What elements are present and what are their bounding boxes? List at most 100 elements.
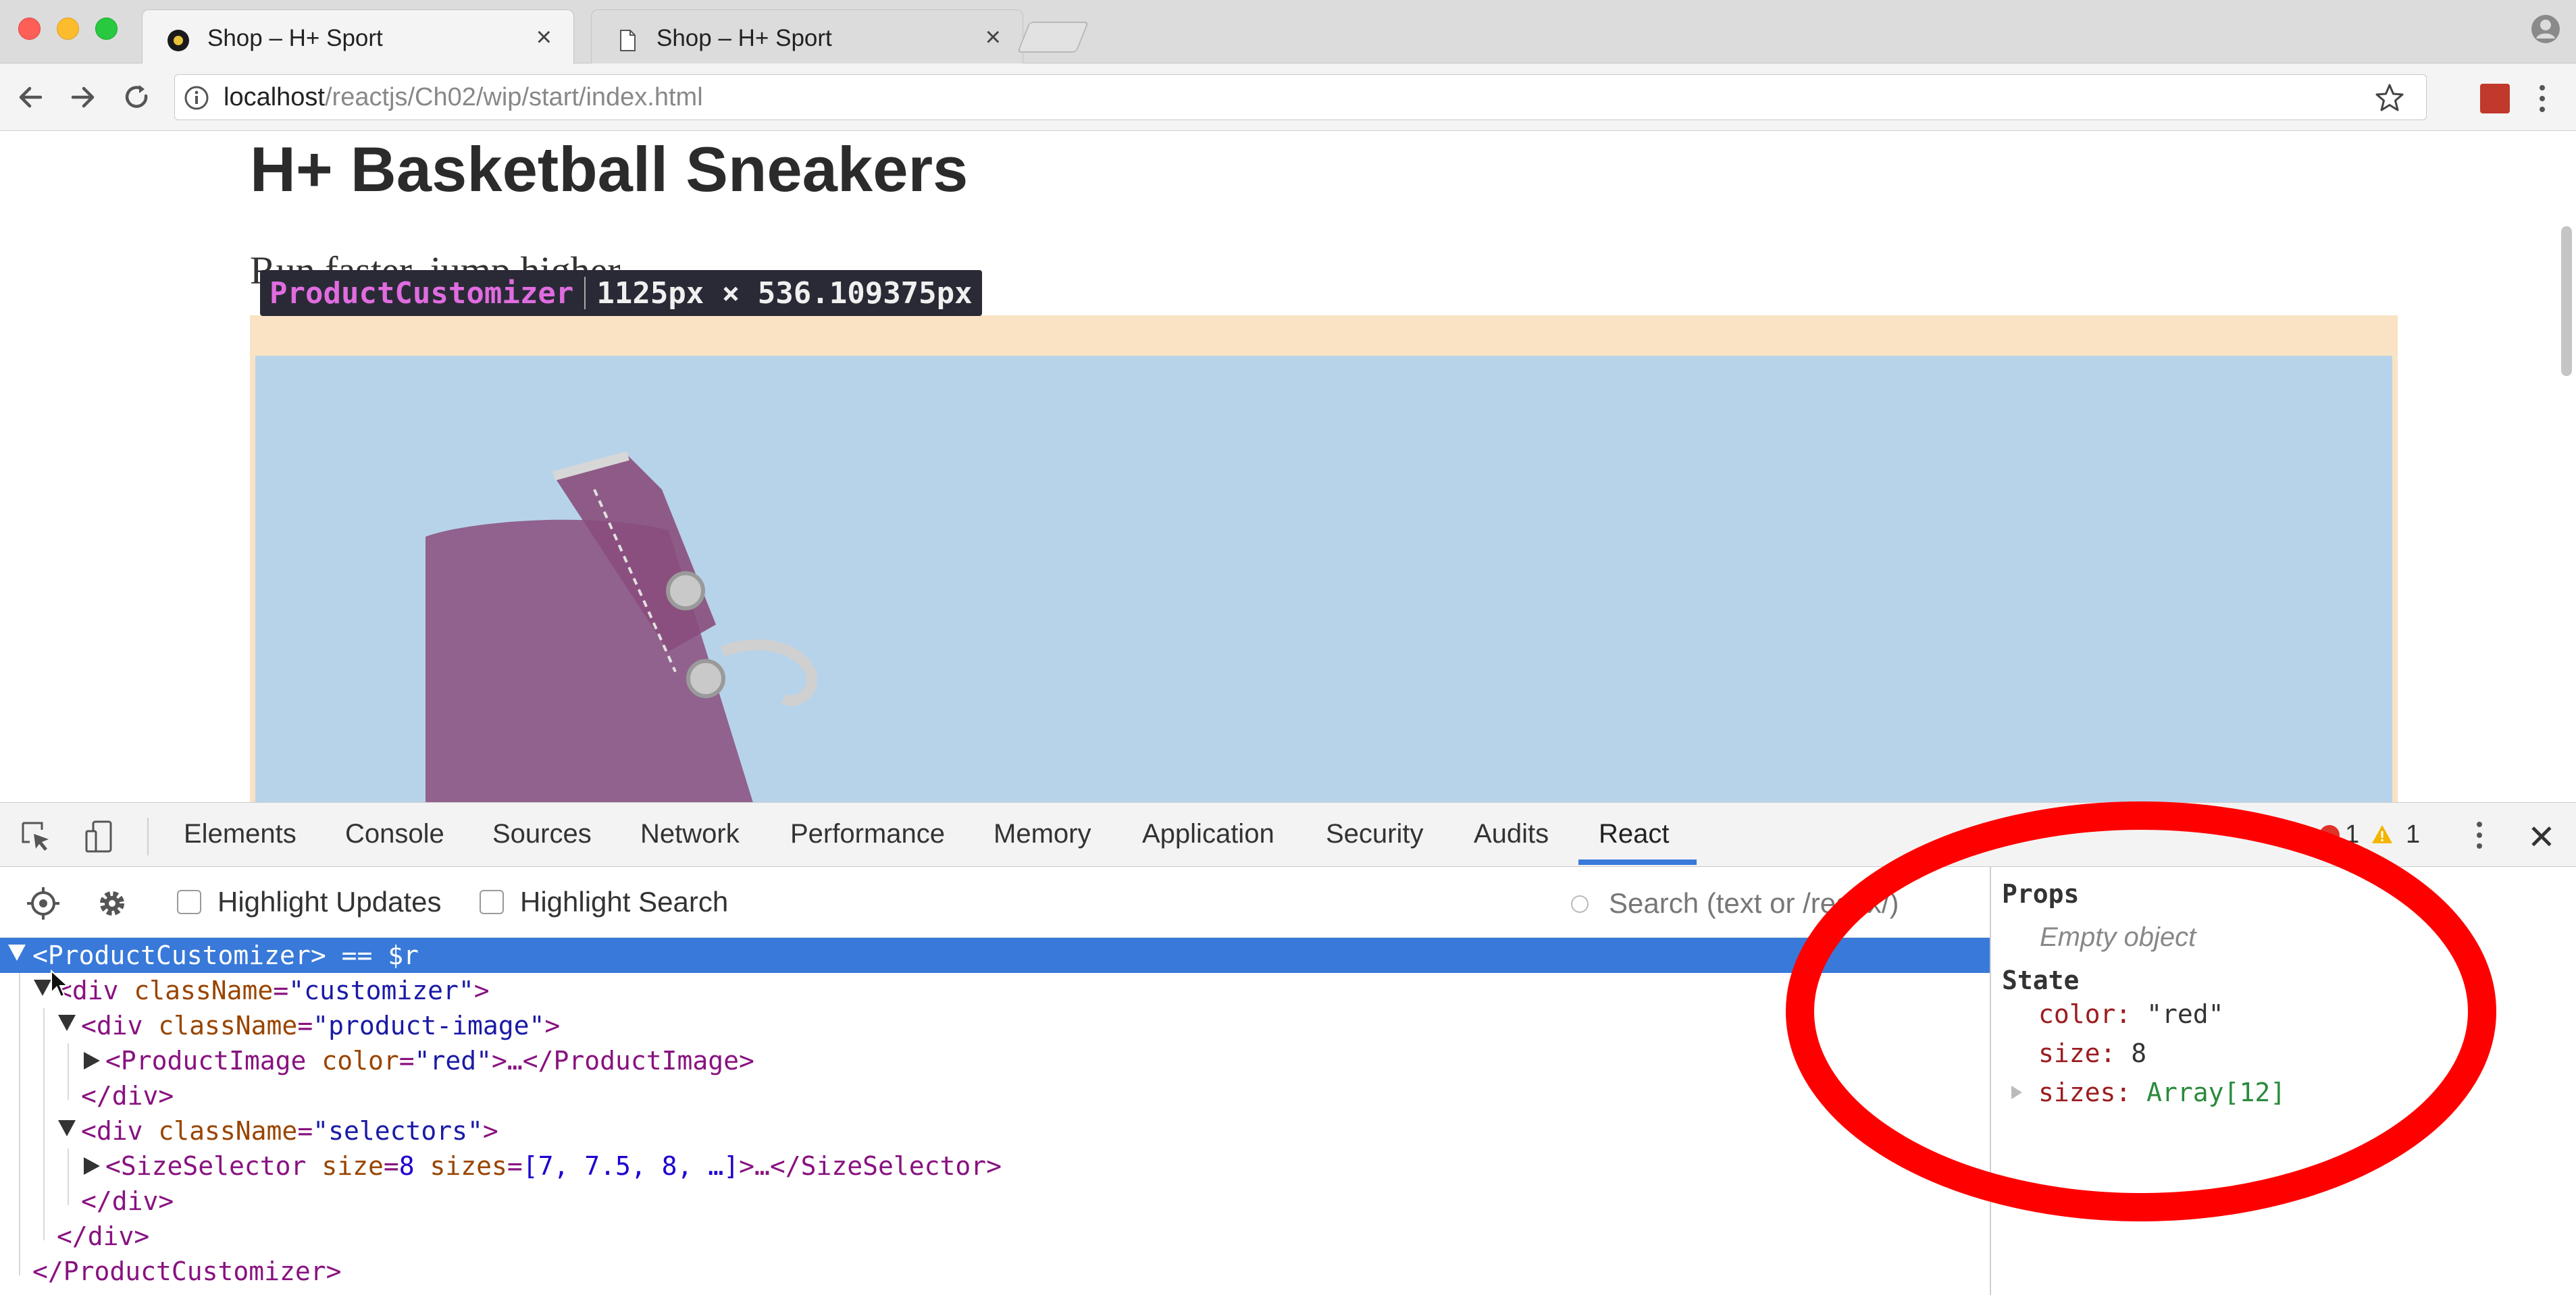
tree-row[interactable]: <div className="selectors"> bbox=[0, 1113, 1990, 1148]
device-toggle-icon[interactable] bbox=[81, 818, 119, 855]
tab-react[interactable]: React bbox=[1599, 819, 1670, 849]
tooltip-separator bbox=[584, 277, 586, 309]
devtools-close-icon[interactable]: ✕ bbox=[2527, 818, 2556, 857]
tree-row[interactable]: </div> bbox=[0, 1219, 1990, 1254]
locate-component-icon[interactable] bbox=[24, 884, 62, 922]
expand-arrow-icon[interactable] bbox=[84, 1157, 100, 1175]
tab-sources[interactable]: Sources bbox=[492, 819, 592, 849]
tab-security[interactable]: Security bbox=[1326, 819, 1424, 849]
tab-title: Shop – H+ Sport bbox=[207, 25, 383, 51]
error-icon[interactable] bbox=[2319, 825, 2340, 845]
arrow-right-icon[interactable] bbox=[65, 80, 100, 115]
expand-arrow-icon[interactable] bbox=[84, 1052, 100, 1069]
tree-node-code: <ProductImage color="red">…</ProductImag… bbox=[105, 1046, 754, 1076]
tab-elements[interactable]: Elements bbox=[184, 819, 297, 849]
star-icon[interactable] bbox=[2373, 82, 2406, 114]
tab-title: Shop – H+ Sport bbox=[656, 25, 832, 51]
component-details-panel: Props Empty object State color: "red" si… bbox=[1990, 867, 2576, 1295]
highlight-search-label: Highlight Search bbox=[520, 886, 729, 918]
component-tree: <ProductCustomizer> == $r <div className… bbox=[0, 938, 1990, 1295]
tree-row[interactable]: </div> bbox=[0, 1078, 1990, 1113]
browser-tab-bar: Shop – H+ Sport × Shop – H+ Sport × bbox=[0, 0, 2576, 63]
arrow-left-icon[interactable] bbox=[14, 80, 49, 115]
active-tab-indicator bbox=[1578, 860, 1697, 865]
expand-arrow-icon[interactable] bbox=[2011, 1086, 2022, 1099]
state-row-size[interactable]: size: 8 bbox=[2038, 1038, 2146, 1068]
tree-row[interactable]: <div className="product-image"> bbox=[0, 1008, 1990, 1043]
page-scrollbar[interactable] bbox=[2561, 226, 2572, 376]
tree-node-code: </div> bbox=[81, 1186, 174, 1216]
address-bar[interactable]: localhost/reactjs/Ch02/wip/start/index.h… bbox=[174, 74, 2427, 120]
tab-network[interactable]: Network bbox=[640, 819, 740, 849]
collapse-arrow-icon[interactable] bbox=[58, 1120, 76, 1136]
tree-node-code: <div className="customizer"> bbox=[57, 976, 490, 1005]
props-empty-text: Empty object bbox=[2040, 922, 2196, 952]
extension-icon[interactable] bbox=[2480, 84, 2510, 113]
vertical-dots-icon[interactable] bbox=[2538, 82, 2547, 115]
toolbar-divider bbox=[147, 818, 149, 855]
search-input[interactable] bbox=[1609, 887, 1980, 920]
favicon-icon bbox=[168, 30, 189, 51]
inspect-tooltip: ProductCustomizer 1125px × 536.109375px bbox=[260, 270, 982, 316]
gear-icon[interactable] bbox=[93, 884, 131, 922]
tree-row[interactable]: <ProductImage color="red">…</ProductImag… bbox=[0, 1043, 1990, 1078]
page-viewport: H+ Basketball Sneakers Run faster, jump … bbox=[0, 132, 2576, 802]
tab-audits[interactable]: Audits bbox=[1474, 819, 1549, 849]
mouse-cursor-icon bbox=[51, 970, 70, 998]
tree-node-code: <ProductCustomizer> == $r bbox=[32, 941, 419, 970]
zoom-window-button[interactable] bbox=[95, 18, 118, 40]
info-icon[interactable] bbox=[183, 84, 210, 111]
component-search[interactable] bbox=[1567, 879, 1982, 928]
tab-performance[interactable]: Performance bbox=[790, 819, 945, 849]
new-tab-button[interactable] bbox=[1016, 22, 1089, 53]
tree-row[interactable]: </ProductCustomizer> bbox=[0, 1254, 1990, 1289]
warning-icon[interactable] bbox=[2371, 823, 2394, 846]
highlight-search-checkbox[interactable] bbox=[480, 890, 504, 914]
reload-icon[interactable] bbox=[119, 80, 154, 115]
tree-row[interactable]: <SizeSelector size=8 sizes=[7, 7.5, 8, …… bbox=[0, 1148, 1990, 1184]
highlight-updates-checkbox[interactable] bbox=[177, 890, 201, 914]
profile-icon[interactable] bbox=[2530, 14, 2561, 45]
tab-memory[interactable]: Memory bbox=[994, 819, 1091, 849]
tab-console[interactable]: Console bbox=[345, 819, 444, 849]
collapse-arrow-icon[interactable] bbox=[58, 1015, 76, 1031]
state-row-color[interactable]: color: "red" bbox=[2038, 999, 2224, 1029]
collapse-arrow-icon[interactable] bbox=[34, 980, 51, 996]
error-count[interactable]: 1 bbox=[2345, 820, 2359, 849]
tree-node-code: </div> bbox=[81, 1081, 174, 1111]
tree-row-selected[interactable]: <ProductCustomizer> == $r bbox=[0, 938, 1990, 973]
tree-row[interactable]: </div> bbox=[0, 1184, 1990, 1219]
props-heading: Props bbox=[2002, 879, 2080, 909]
tree-node-code: <SizeSelector size=8 sizes=[7, 7.5, 8, …… bbox=[105, 1151, 1002, 1181]
page-title: H+ Basketball Sneakers bbox=[250, 134, 969, 205]
tooltip-dimensions: 1125px × 536.109375px bbox=[596, 275, 973, 311]
tree-row[interactable]: <div className="customizer"> bbox=[0, 973, 1990, 1008]
browser-tab-active[interactable]: Shop – H+ Sport × bbox=[142, 9, 574, 63]
minimize-window-button[interactable] bbox=[57, 18, 79, 40]
tree-node-code: </div> bbox=[57, 1221, 150, 1251]
tree-node-code: <div className="product-image"> bbox=[81, 1011, 561, 1040]
react-toolbar: Highlight Updates Highlight Search bbox=[0, 867, 1990, 938]
browser-toolbar: localhost/reactjs/Ch02/wip/start/index.h… bbox=[0, 63, 2576, 131]
highlight-updates-label: Highlight Updates bbox=[217, 886, 442, 918]
devtools-tab-bar: Elements Console Sources Network Perform… bbox=[0, 803, 2576, 867]
state-heading: State bbox=[2002, 966, 2080, 995]
tree-node-code: <div className="selectors"> bbox=[81, 1116, 498, 1146]
page-icon bbox=[620, 30, 636, 51]
browser-tab-inactive[interactable]: Shop – H+ Sport × bbox=[591, 9, 1023, 63]
inspect-element-icon[interactable] bbox=[18, 818, 55, 855]
sneaker-image bbox=[426, 451, 817, 802]
tab-close-icon[interactable]: × bbox=[536, 22, 552, 53]
close-window-button[interactable] bbox=[18, 18, 41, 40]
devtools-panel: Elements Console Sources Network Perform… bbox=[0, 802, 2576, 1295]
tab-close-icon[interactable]: × bbox=[985, 22, 1001, 53]
warning-count[interactable]: 1 bbox=[2406, 820, 2420, 849]
search-icon bbox=[1571, 895, 1589, 913]
tree-node-code: </ProductCustomizer> bbox=[32, 1257, 342, 1286]
tooltip-component-name: ProductCustomizer bbox=[269, 275, 574, 311]
devtools-menu-icon[interactable] bbox=[2475, 819, 2484, 851]
url-text: localhost/reactjs/Ch02/wip/start/index.h… bbox=[224, 83, 703, 111]
collapse-arrow-icon[interactable] bbox=[8, 945, 26, 961]
tab-application[interactable]: Application bbox=[1142, 819, 1274, 849]
state-row-sizes[interactable]: sizes: Array[12] bbox=[2038, 1078, 2286, 1107]
